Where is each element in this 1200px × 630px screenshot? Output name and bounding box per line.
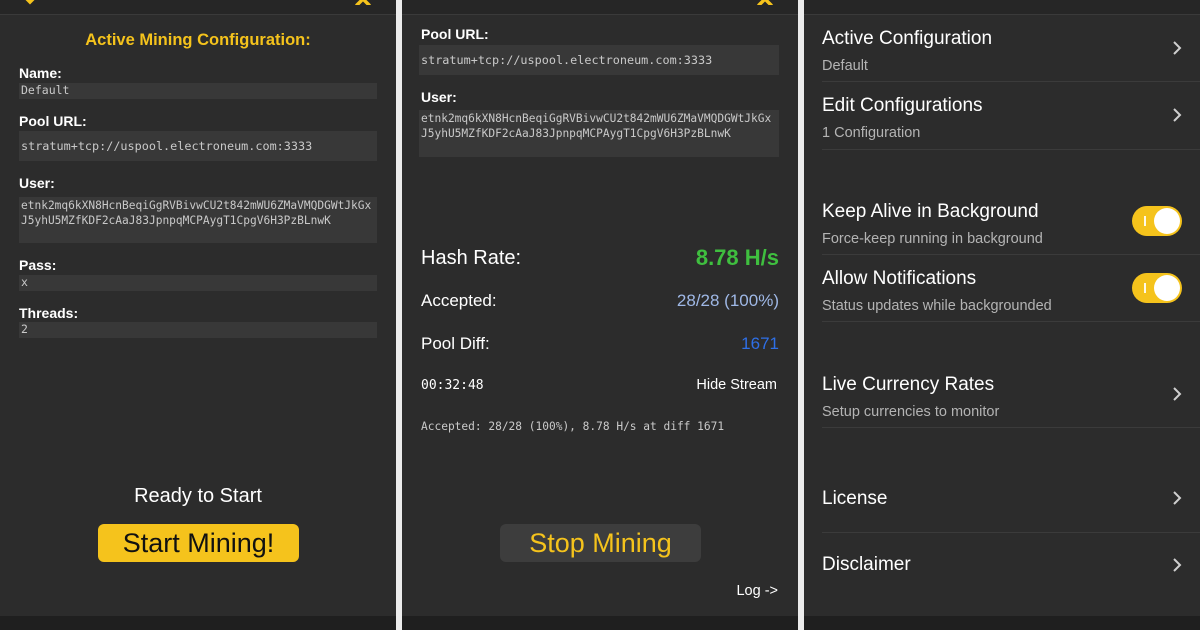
row-subtitle: Default bbox=[822, 58, 868, 74]
mining-screen: Pool URL: stratum+tcp://uspool.electrone… bbox=[402, 0, 798, 630]
name-field[interactable]: Default bbox=[19, 83, 377, 99]
accepted-value: 28/28 (100%) bbox=[676, 291, 779, 310]
config-screen: Active Mining Configuration: Name: Defau… bbox=[0, 0, 396, 630]
row-title: Allow Notifications bbox=[822, 268, 977, 289]
top-bar bbox=[402, 0, 798, 15]
notifications-toggle[interactable] bbox=[1132, 273, 1182, 303]
pool-diff-value: 1671 bbox=[741, 334, 779, 353]
row-subtitle: Status updates while backgrounded bbox=[822, 298, 1052, 314]
settings-row-live-currency-rates[interactable]: Live Currency Rates Setup currencies to … bbox=[804, 362, 1200, 428]
settings-screen: Active Configuration Default Edit Config… bbox=[804, 0, 1200, 630]
settings-row-disclaimer[interactable]: Disclaimer bbox=[804, 534, 1200, 598]
bottom-bar bbox=[804, 616, 1200, 630]
hash-rate-value: 8.78 H/s bbox=[695, 245, 779, 270]
divider bbox=[822, 532, 1200, 533]
row-title: Live Currency Rates bbox=[822, 374, 995, 395]
row-title: Edit Configurations bbox=[822, 95, 983, 116]
settings-row-keep-alive: Keep Alive in Background Force-keep runn… bbox=[804, 189, 1200, 255]
status-text: Ready to Start bbox=[134, 485, 262, 507]
pass-label: Pass: bbox=[19, 257, 57, 273]
pool-url-field[interactable]: stratum+tcp://uspool.electroneum.com:333… bbox=[19, 131, 377, 161]
bottom-bar bbox=[0, 616, 396, 630]
divider bbox=[822, 427, 1200, 428]
row-subtitle: 1 Configuration bbox=[822, 125, 921, 141]
chevron-right-icon bbox=[1173, 387, 1182, 401]
chevron-down-icon[interactable] bbox=[21, 0, 39, 5]
threads-field[interactable]: 2 bbox=[19, 322, 377, 338]
divider bbox=[822, 81, 1200, 82]
settings-row-license[interactable]: License bbox=[804, 468, 1200, 532]
close-icon[interactable] bbox=[756, 0, 774, 5]
hash-rate-label: Hash Rate: bbox=[421, 247, 522, 269]
keep-alive-toggle[interactable] bbox=[1132, 206, 1182, 236]
threads-label: Threads: bbox=[19, 305, 79, 321]
pass-field[interactable]: x bbox=[19, 275, 377, 291]
pool-url-label: Pool URL: bbox=[19, 113, 87, 129]
row-subtitle: Force-keep running in background bbox=[822, 231, 1043, 247]
settings-row-active-configuration[interactable]: Active Configuration Default bbox=[804, 16, 1200, 82]
row-title: Keep Alive in Background bbox=[822, 201, 1039, 222]
chevron-right-icon bbox=[1173, 491, 1182, 505]
user-field: etnk2mq6kXN8HcnBeqiGgRVBivwCU2t842mWU6ZM… bbox=[419, 110, 779, 157]
top-bar bbox=[804, 0, 1200, 15]
user-label: User: bbox=[421, 89, 457, 105]
stream-log-line: Accepted: 28/28 (100%), 8.78 H/s at diff… bbox=[421, 420, 725, 433]
bottom-bar bbox=[402, 616, 798, 630]
pool-diff-label: Pool Diff: bbox=[421, 334, 490, 353]
log-link[interactable]: Log -> bbox=[736, 583, 778, 599]
stop-mining-button[interactable]: Stop Mining bbox=[500, 524, 701, 562]
top-bar bbox=[0, 0, 396, 15]
name-label: Name: bbox=[19, 65, 62, 81]
divider bbox=[822, 321, 1200, 322]
chevron-right-icon bbox=[1173, 41, 1182, 55]
chevron-right-icon bbox=[1173, 558, 1182, 572]
row-title: License bbox=[822, 488, 888, 509]
divider bbox=[822, 254, 1200, 255]
pool-url-field: stratum+tcp://uspool.electroneum.com:333… bbox=[419, 45, 779, 75]
row-subtitle: Setup currencies to monitor bbox=[822, 404, 1000, 420]
settings-row-allow-notifications: Allow Notifications Status updates while… bbox=[804, 256, 1200, 322]
close-icon[interactable] bbox=[354, 0, 372, 5]
hide-stream-button[interactable]: Hide Stream bbox=[696, 377, 777, 393]
user-label: User: bbox=[19, 175, 55, 191]
row-title: Active Configuration bbox=[822, 28, 993, 49]
accepted-label: Accepted: bbox=[421, 291, 497, 310]
settings-row-edit-configurations[interactable]: Edit Configurations 1 Configuration bbox=[804, 83, 1200, 149]
elapsed-time: 00:32:48 bbox=[421, 378, 484, 393]
config-heading: Active Mining Configuration: bbox=[85, 31, 311, 49]
user-field[interactable]: etnk2mq6kXN8HcnBeqiGgRVBivwCU2t842mWU6ZM… bbox=[19, 197, 377, 243]
chevron-right-icon bbox=[1173, 108, 1182, 122]
start-mining-button[interactable]: Start Mining! bbox=[98, 524, 299, 562]
row-title: Disclaimer bbox=[822, 554, 911, 575]
divider bbox=[822, 149, 1200, 150]
pool-url-label: Pool URL: bbox=[421, 26, 489, 42]
